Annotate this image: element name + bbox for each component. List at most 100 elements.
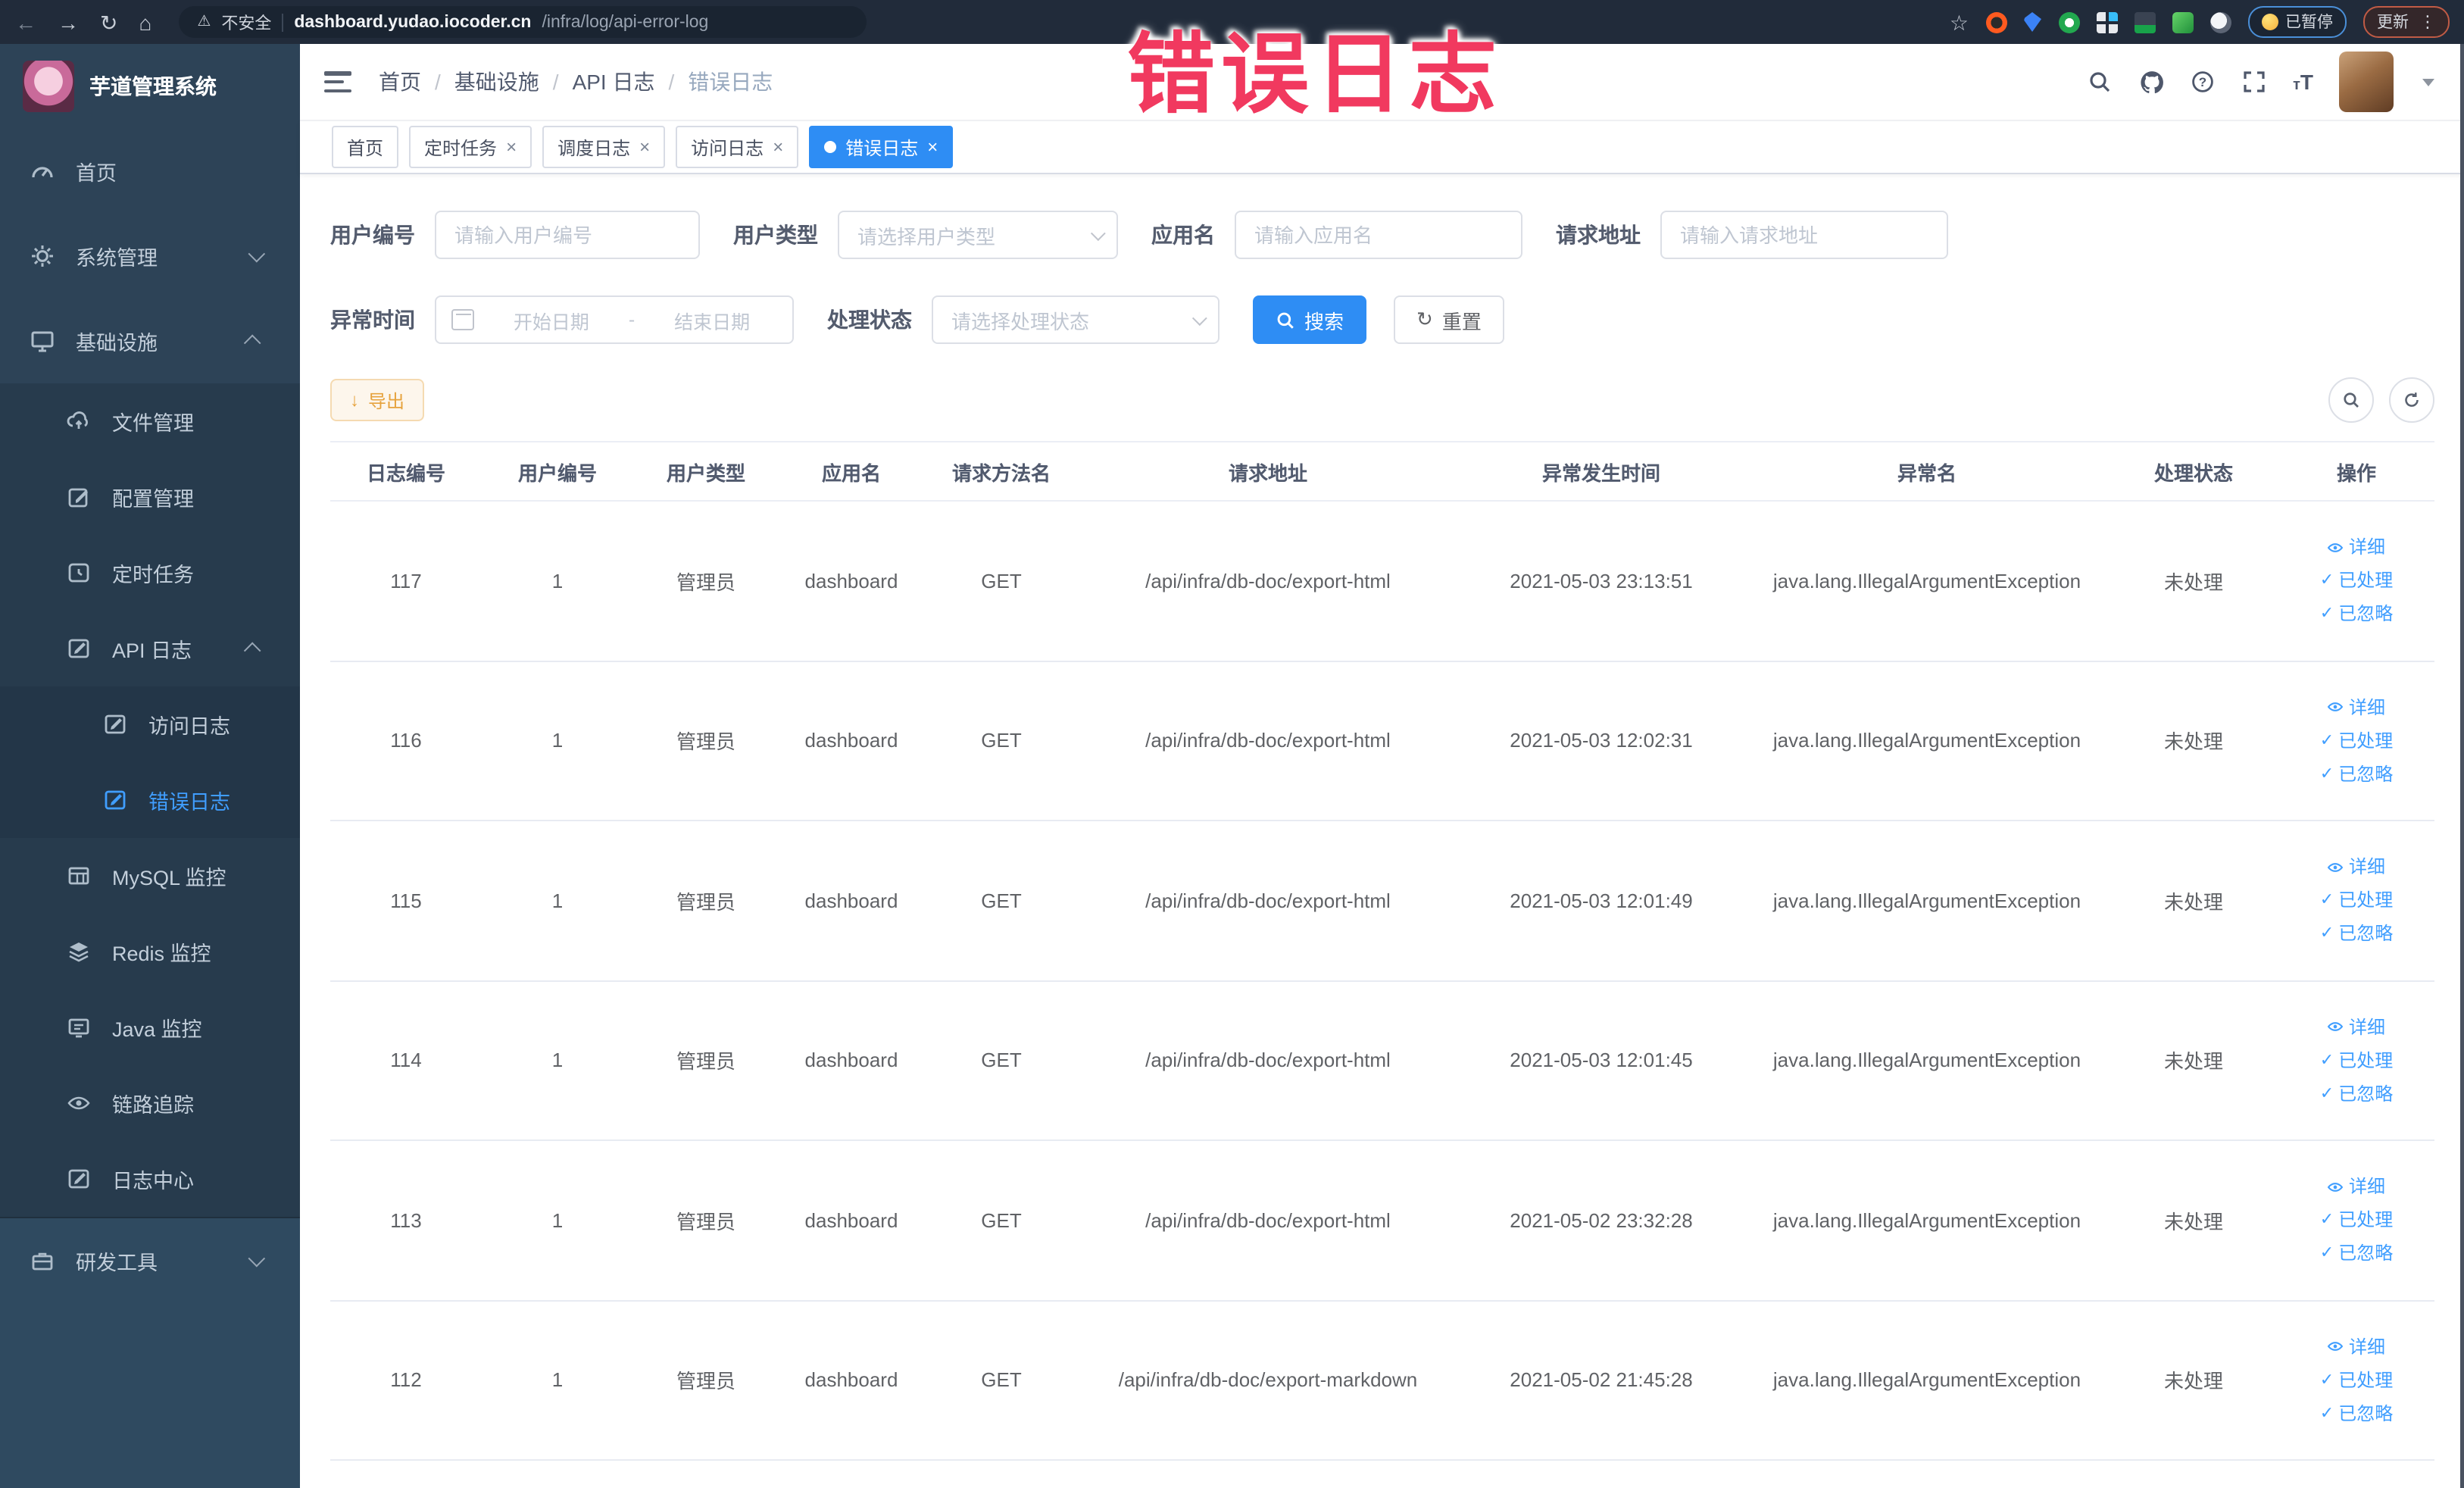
table-row[interactable]: 117 1 管理员 dashboard GET /api/infra/db-do… xyxy=(330,502,2434,661)
table-row[interactable]: 113 1 管理员 dashboard GET /api/infra/db-do… xyxy=(330,1141,2434,1301)
home-icon[interactable]: ⌂ xyxy=(139,11,151,33)
browser-scrollbar[interactable] xyxy=(2460,44,2464,1488)
processed-link[interactable]: ✓ 已处理 xyxy=(2320,1047,2393,1074)
export-button[interactable]: ↓ 导出 xyxy=(330,379,425,421)
refresh-table-button[interactable] xyxy=(2389,377,2434,423)
table-row[interactable]: 115 1 管理员 dashboard GET /api/infra/db-do… xyxy=(330,821,2434,981)
reload-icon[interactable]: ↻ xyxy=(100,11,117,33)
tag-cron-job[interactable]: 定时任务 × xyxy=(409,126,532,168)
avatar[interactable] xyxy=(2339,52,2394,112)
detail-link[interactable]: 详细 xyxy=(2328,694,2385,721)
sidebar-item-mysql-monitor[interactable]: MySQL 监控 xyxy=(0,838,300,914)
sidebar-item-api-log[interactable]: API 日志 xyxy=(0,611,300,686)
extension-icon-on-badge[interactable] xyxy=(2134,11,2155,33)
url-bar[interactable]: ⚠ 不安全 dashboard.yudao.iocoder.cn/infra/l… xyxy=(179,6,867,38)
sidebar-item-error-log[interactable]: 错误日志 xyxy=(0,762,300,838)
date-range-picker[interactable]: 开始日期 - 结束日期 xyxy=(435,295,794,344)
tag-home[interactable]: 首页 xyxy=(332,126,399,168)
eye-icon xyxy=(2328,542,2344,552)
processed-link[interactable]: ✓ 已处理 xyxy=(2320,727,2393,755)
filter-user-type: 用户类型 请选择用户类型 xyxy=(733,211,1118,259)
close-icon[interactable]: × xyxy=(506,138,517,156)
breadcrumb-item-home[interactable]: 首页 xyxy=(379,67,421,97)
tag-access-log[interactable]: 访问日志 × xyxy=(676,126,799,168)
forward-icon[interactable]: → xyxy=(58,11,79,33)
method-cell: GET xyxy=(981,569,1022,592)
tag-schedule-log[interactable]: 调度日志 × xyxy=(542,126,666,168)
detail-link[interactable]: 详细 xyxy=(2328,1174,2385,1201)
chevron-down-icon xyxy=(248,1249,266,1268)
fullscreen-icon[interactable] xyxy=(2241,69,2267,95)
font-size-icon[interactable]: тT xyxy=(2293,70,2313,94)
detail-link[interactable]: 详细 xyxy=(2328,1333,2385,1361)
breadcrumb-item-api-log[interactable]: API 日志 xyxy=(573,67,655,97)
sidebar-toggle-hamburger-icon[interactable] xyxy=(324,71,351,92)
detail-link[interactable]: 详细 xyxy=(2328,854,2385,881)
sidebar-item-config-manage[interactable]: 配置管理 xyxy=(0,459,300,535)
detail-link[interactable]: 详细 xyxy=(2328,534,2385,561)
toggle-search-button[interactable] xyxy=(2328,377,2374,423)
extension-icon-green-leaf[interactable] xyxy=(2172,11,2193,33)
extension-icon-orange[interactable] xyxy=(1985,11,2006,33)
bookmark-star-icon[interactable]: ☆ xyxy=(1950,11,1969,33)
extension-icon-diamond[interactable] xyxy=(2023,12,2041,32)
browser-update-button[interactable]: 更新 ⋮ xyxy=(2363,6,2450,38)
processed-link[interactable]: ✓ 已处理 xyxy=(2320,1367,2393,1394)
sidebar-logo-row[interactable]: 芋道管理系统 xyxy=(0,44,300,129)
sidebar-item-access-log[interactable]: 访问日志 xyxy=(0,686,300,762)
sidebar-item-file-manage[interactable]: 文件管理 xyxy=(0,383,300,459)
ignored-link[interactable]: ✓ 已忽略 xyxy=(2320,1400,2393,1427)
sidebar-item-label: Java 监控 xyxy=(112,1018,202,1041)
browser-extensions-area: ☆ 已暂停 更新 ⋮ xyxy=(1950,6,2450,38)
user-type-select[interactable]: 请选择用户类型 xyxy=(838,211,1118,259)
breadcrumb-item-infra[interactable]: 基础设施 xyxy=(454,67,539,97)
sidebar-item-cron-job[interactable]: 定时任务 xyxy=(0,535,300,611)
user-id-input[interactable] xyxy=(435,211,700,259)
browser-menu-kebab-icon[interactable]: ⋮ xyxy=(2419,12,2436,32)
processed-link[interactable]: ✓ 已处理 xyxy=(2320,1207,2393,1234)
table-row[interactable]: 112 1 管理员 dashboard GET /api/infra/db-do… xyxy=(330,1301,2434,1461)
ignored-link[interactable]: ✓ 已忽略 xyxy=(2320,921,2393,948)
breadcrumb-item-error-log: 错误日志 xyxy=(688,70,773,94)
ignored-link[interactable]: ✓ 已忽略 xyxy=(2320,761,2393,788)
ignored-link[interactable]: ✓ 已忽略 xyxy=(2320,1240,2393,1268)
avatar-caret-down-icon[interactable] xyxy=(2422,78,2434,86)
profile-paused-badge[interactable]: 已暂停 xyxy=(2247,6,2347,38)
process-status-select[interactable]: 请选择处理状态 xyxy=(932,295,1220,344)
extension-icon-grid[interactable] xyxy=(2096,11,2117,33)
close-icon[interactable]: × xyxy=(639,138,650,156)
sidebar-item-redis-monitor[interactable]: Redis 监控 xyxy=(0,914,300,989)
close-icon[interactable]: × xyxy=(927,138,938,156)
app-frame: 芋道管理系统 首页 系统管理 基础设施 文件管理 配置管理 定时任务 API 日… xyxy=(0,44,2464,1488)
back-icon[interactable]: ← xyxy=(15,11,36,33)
reset-button[interactable]: ↻ 重置 xyxy=(1394,295,1504,344)
extension-icon-green-v[interactable] xyxy=(2058,11,2079,33)
sidebar-item-java-monitor[interactable]: Java 监控 xyxy=(0,989,300,1065)
table-icon xyxy=(67,864,91,888)
time-cell: 2021-05-03 12:01:49 xyxy=(1510,889,1693,912)
app-name-input[interactable] xyxy=(1235,211,1522,259)
table-row[interactable]: 114 1 管理员 dashboard GET /api/infra/db-do… xyxy=(330,981,2434,1141)
sidebar-item-infra[interactable]: 基础设施 xyxy=(0,299,300,383)
sidebar-item-tracing[interactable]: 链路追踪 xyxy=(0,1065,300,1141)
ignored-link[interactable]: ✓ 已忽略 xyxy=(2320,601,2393,628)
detail-link[interactable]: 详细 xyxy=(2328,1014,2385,1041)
sidebar-item-log-center[interactable]: 日志中心 xyxy=(0,1141,300,1217)
processed-link[interactable]: ✓ 已处理 xyxy=(2320,887,2393,914)
sidebar-item-dev-tools[interactable]: 研发工具 xyxy=(0,1218,300,1303)
sidebar-item-home[interactable]: 首页 xyxy=(0,129,300,214)
github-icon[interactable] xyxy=(2138,69,2164,95)
sidebar-item-system[interactable]: 系统管理 xyxy=(0,214,300,299)
request-url-input[interactable] xyxy=(1660,211,1948,259)
search-button[interactable]: 搜索 xyxy=(1253,295,1367,344)
ignored-link[interactable]: ✓ 已忽略 xyxy=(2320,1080,2393,1108)
close-icon[interactable]: × xyxy=(773,138,783,156)
status-cell: 未处理 xyxy=(2163,1050,2223,1074)
breadcrumb-separator: / xyxy=(552,70,559,94)
search-icon[interactable] xyxy=(2087,69,2113,95)
table-row[interactable]: 116 1 管理员 dashboard GET /api/infra/db-do… xyxy=(330,661,2434,821)
extension-icon-paw[interactable] xyxy=(2209,11,2231,33)
tag-error-log[interactable]: 错误日志 × xyxy=(809,126,954,168)
processed-link[interactable]: ✓ 已处理 xyxy=(2320,567,2393,595)
help-icon[interactable]: ? xyxy=(2190,69,2216,95)
